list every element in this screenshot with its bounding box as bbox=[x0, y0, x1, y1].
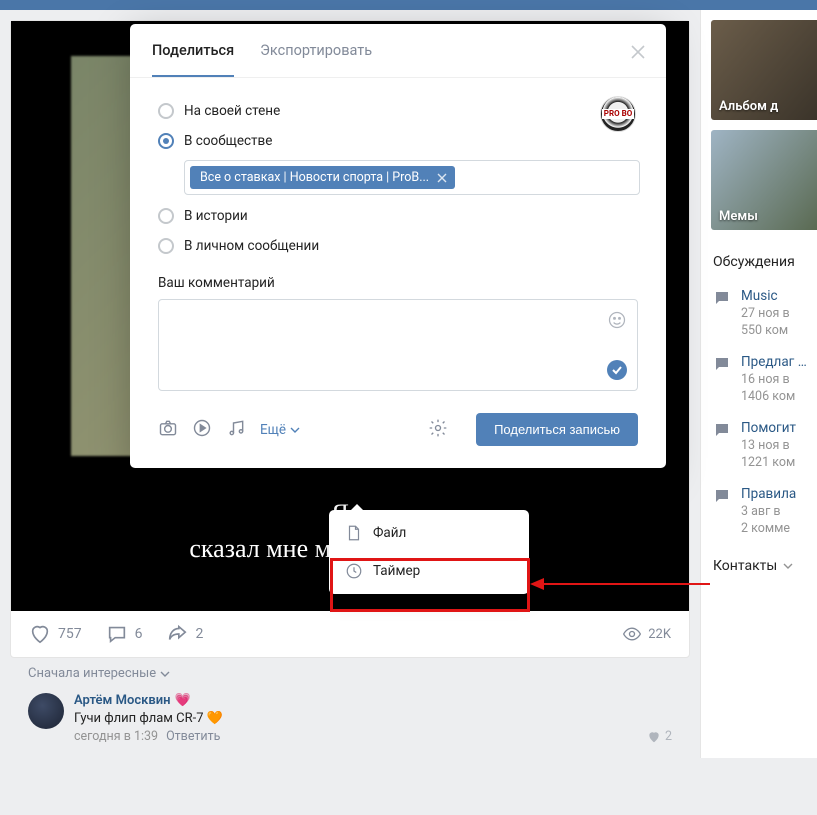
like-button[interactable]: 757 bbox=[29, 623, 82, 645]
attach-audio[interactable] bbox=[226, 418, 246, 442]
dropdown-timer[interactable]: Таймер bbox=[329, 552, 529, 590]
radio-dm[interactable]: В личном сообщении bbox=[158, 231, 638, 261]
community-avatar: PRO BO bbox=[600, 96, 636, 132]
chat-icon bbox=[713, 289, 731, 307]
album-thumb[interactable]: Альбом д bbox=[711, 20, 817, 120]
chevron-down-icon bbox=[783, 561, 793, 571]
view-count: 22K bbox=[622, 624, 671, 644]
comment-text: Гучи флип флам CR-7 🧡 bbox=[74, 711, 672, 726]
selected-community-token: Все о ставках | Новости спорта | ProB... bbox=[190, 166, 455, 189]
radio-story[interactable]: В истории bbox=[158, 201, 638, 231]
token-remove[interactable] bbox=[435, 171, 449, 185]
attach-photo[interactable] bbox=[158, 418, 178, 442]
share-modal: Поделиться Экспортировать PRO BO На свое… bbox=[130, 24, 666, 468]
attach-more-dropdown: Файл Таймер bbox=[329, 510, 529, 594]
file-icon bbox=[345, 524, 363, 542]
album-thumb[interactable]: Мемы bbox=[711, 130, 817, 230]
discussion-item[interactable]: Помогит 13 ноя в 1221 ком bbox=[701, 412, 817, 478]
radio-community[interactable]: В сообществе bbox=[158, 126, 638, 156]
heart-icon: 💗 bbox=[175, 693, 191, 708]
comment-item: Артём Москвин 💗 Гучи флип флам CR-7 🧡 се… bbox=[10, 693, 690, 758]
chat-icon bbox=[713, 421, 731, 439]
tab-share[interactable]: Поделиться bbox=[152, 24, 234, 77]
gear-icon bbox=[428, 418, 448, 438]
discussion-item[interactable]: Правила 3 авг в 2 комме bbox=[701, 478, 817, 544]
signed-check[interactable] bbox=[607, 360, 627, 380]
clock-icon bbox=[345, 562, 363, 580]
sidebar: Альбом д Мемы Обсуждения Music 27 ноя в … bbox=[700, 10, 817, 758]
close-button[interactable] bbox=[624, 38, 652, 66]
check-icon bbox=[611, 364, 623, 376]
dropdown-file[interactable]: Файл bbox=[329, 514, 529, 552]
discussions-heading[interactable]: Обсуждения bbox=[701, 240, 817, 280]
smiley-icon bbox=[607, 310, 627, 330]
video-icon bbox=[192, 418, 212, 438]
radio-wall[interactable]: На своей стене bbox=[158, 96, 638, 126]
comment-like[interactable]: 2 bbox=[647, 729, 672, 744]
tab-export[interactable]: Экспортировать bbox=[260, 24, 372, 77]
discussion-item[interactable]: Предлаг публика 16 ноя в 1406 ком bbox=[701, 346, 817, 412]
attach-video[interactable] bbox=[192, 418, 212, 442]
reply-link[interactable]: Ответить bbox=[166, 729, 220, 744]
comment-time: сегодня в 1:39 bbox=[74, 729, 158, 744]
chat-icon bbox=[713, 355, 731, 373]
music-icon bbox=[226, 418, 246, 438]
share-submit-button[interactable]: Поделиться записью bbox=[476, 413, 638, 446]
avatar[interactable] bbox=[28, 693, 64, 729]
chat-icon bbox=[713, 487, 731, 505]
community-select[interactable]: Все о ставках | Новости спорта | ProB... bbox=[184, 160, 640, 195]
comment-author[interactable]: Артём Москвин 💗 bbox=[74, 693, 191, 708]
close-icon bbox=[630, 44, 646, 60]
comment-sort[interactable]: Сначала интересные bbox=[10, 658, 690, 693]
settings-button[interactable] bbox=[428, 418, 448, 442]
attach-more[interactable]: Ещё bbox=[260, 422, 300, 438]
chevron-down-icon bbox=[160, 669, 170, 679]
contacts-heading[interactable]: Контакты bbox=[701, 544, 817, 584]
comment-textarea[interactable] bbox=[158, 299, 638, 391]
chevron-down-icon bbox=[290, 425, 300, 435]
share-button[interactable]: 2 bbox=[166, 623, 203, 645]
emoji-button[interactable] bbox=[607, 310, 627, 334]
comment-label: Ваш комментарий bbox=[158, 275, 638, 291]
topbar bbox=[0, 0, 817, 10]
discussion-item[interactable]: Music 27 ноя в 550 ком bbox=[701, 280, 817, 346]
comment-button[interactable]: 6 bbox=[106, 623, 143, 645]
camera-icon bbox=[158, 418, 178, 438]
